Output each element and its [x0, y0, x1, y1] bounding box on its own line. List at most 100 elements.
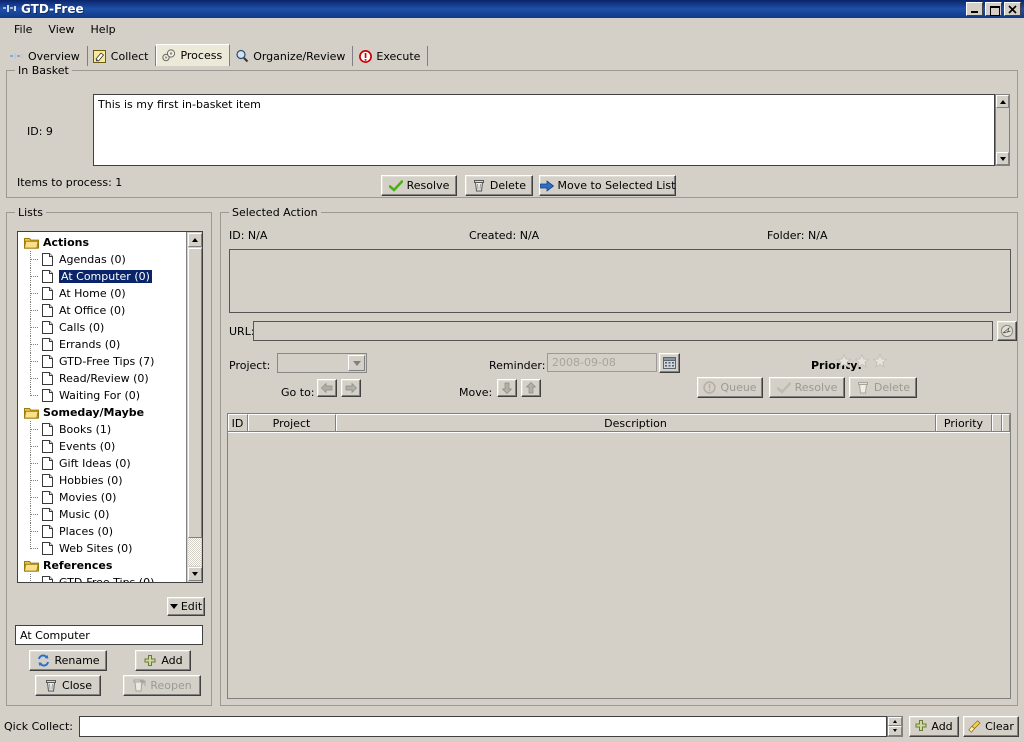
in-basket-text[interactable]: This is my first in-basket item — [93, 94, 995, 166]
tree-item[interactable]: Music (0) — [18, 506, 187, 523]
priority-star-icon[interactable] — [854, 353, 870, 371]
list-name-input[interactable]: At Computer — [15, 625, 203, 645]
tree-item-label: Read/Review (0) — [59, 372, 149, 385]
resolve-button[interactable]: Resolve — [381, 175, 457, 196]
tab-organize-review[interactable]: Organize/Review — [230, 46, 354, 66]
table-column-header-label: Description — [604, 416, 667, 430]
tree-item[interactable]: GTD-Free Tips (0) — [18, 574, 187, 582]
tree-item[interactable]: Waiting For (0) — [18, 387, 187, 404]
tree-item[interactable]: Events (0) — [18, 438, 187, 455]
edit-button-label: Edit — [180, 600, 203, 613]
add-list-button[interactable]: Add — [135, 650, 191, 671]
tree-item[interactable]: At Office (0) — [18, 302, 187, 319]
tree-item[interactable]: Hobbies (0) — [18, 472, 187, 489]
table-column-header[interactable]: Priority — [936, 414, 992, 432]
tree-folder[interactable]: Actions — [18, 234, 187, 251]
split-divider[interactable] — [214, 214, 218, 704]
file-icon — [40, 389, 55, 403]
minimize-button[interactable] — [966, 2, 983, 16]
broom-icon — [968, 719, 981, 733]
url-input[interactable] — [253, 321, 993, 341]
menu-help[interactable]: Help — [83, 21, 124, 38]
tree-item[interactable]: GTD-Free Tips (7) — [18, 353, 187, 370]
table-column-header[interactable] — [992, 414, 1002, 432]
tab-overview[interactable]: Overview — [5, 46, 88, 66]
process-icon — [162, 49, 176, 63]
calendar-button[interactable] — [659, 353, 680, 373]
table-column-header[interactable]: Description — [336, 414, 936, 432]
rename-button[interactable]: Rename — [29, 650, 107, 671]
open-url-button[interactable] — [997, 321, 1017, 341]
lists-tree-scrollbar[interactable] — [186, 232, 202, 582]
scroll-down-icon[interactable] — [188, 567, 202, 581]
edit-button[interactable]: Edit — [167, 597, 205, 616]
chevron-down-icon[interactable] — [348, 355, 365, 371]
file-icon — [40, 474, 55, 488]
tab-process[interactable]: Process — [156, 44, 231, 66]
menu-file[interactable]: File — [6, 21, 40, 38]
scroll-down-icon[interactable] — [996, 152, 1009, 165]
scroll-up-icon[interactable] — [996, 95, 1009, 108]
close-button[interactable] — [1004, 2, 1021, 16]
reopen-list-button-label: Reopen — [150, 679, 192, 692]
action-description-input[interactable] — [229, 249, 1011, 313]
lists-tree[interactable]: Actions Agendas (0) At Computer (0) At Home… — [17, 231, 203, 583]
in-basket-scrollbar[interactable] — [995, 94, 1010, 166]
table-column-header[interactable] — [1002, 414, 1010, 432]
tree-item[interactable]: Places (0) — [18, 523, 187, 540]
scroll-up-icon[interactable] — [188, 233, 202, 247]
action-resolve-button[interactable]: Resolve — [769, 377, 845, 398]
tree-item[interactable]: Web Sites (0) — [18, 540, 187, 557]
reopen-list-button[interactable]: Reopen — [123, 675, 201, 696]
tree-item-label: At Home (0) — [59, 287, 126, 300]
tree-item[interactable]: Movies (0) — [18, 489, 187, 506]
delete-button-label: Delete — [489, 179, 526, 192]
quick-collect-clear-button[interactable]: Clear — [963, 715, 1019, 737]
tree-item[interactable]: Agendas (0) — [18, 251, 187, 268]
quick-collect-label: Qick Collect: — [4, 719, 73, 733]
tree-item[interactable]: Read/Review (0) — [18, 370, 187, 387]
action-resolve-label: Resolve — [794, 381, 838, 394]
tree-item[interactable]: Calls (0) — [18, 319, 187, 336]
scroll-thumb[interactable] — [188, 248, 202, 538]
application-window: GTD-Free File View Help Overview Collect… — [0, 0, 1024, 742]
action-delete-button[interactable]: Delete — [849, 377, 917, 398]
table-column-header[interactable]: Project — [248, 414, 336, 432]
tree-item-label: Someday/Maybe — [43, 406, 145, 419]
tab-execute[interactable]: Execute — [353, 46, 429, 66]
tree-item[interactable]: Errands (0) — [18, 336, 187, 353]
quick-collect-input[interactable] — [79, 715, 887, 737]
table-body[interactable] — [228, 432, 1010, 698]
tree-folder[interactable]: Someday/Maybe — [18, 404, 187, 421]
spinner-up-icon[interactable] — [888, 716, 902, 726]
check-icon — [388, 179, 403, 193]
quick-collect-add-button[interactable]: Add — [909, 715, 959, 737]
tree-folder[interactable]: References — [18, 557, 187, 574]
spinner-down-icon[interactable] — [888, 726, 902, 736]
delete-button[interactable]: Delete — [465, 175, 533, 196]
file-icon — [40, 576, 55, 582]
tree-item[interactable]: At Computer (0) — [18, 268, 187, 285]
maximize-button[interactable] — [985, 2, 1002, 16]
move-to-selected-list-button[interactable]: Move to Selected List — [539, 175, 676, 196]
menu-view[interactable]: View — [40, 21, 82, 38]
trash-icon — [44, 679, 58, 693]
move-down-button[interactable] — [497, 379, 517, 397]
project-select[interactable] — [277, 353, 367, 373]
tab-collect[interactable]: Collect — [87, 46, 157, 66]
priority-star-icon[interactable] — [872, 353, 888, 371]
selected-action-label: Selected Action — [229, 206, 321, 219]
tree-item[interactable]: Books (1) — [18, 421, 187, 438]
priority-stars[interactable] — [836, 353, 888, 371]
priority-star-icon[interactable] — [836, 353, 852, 371]
goto-next-button[interactable] — [341, 379, 361, 397]
close-list-button[interactable]: Close — [35, 675, 101, 696]
table-column-header[interactable]: ID — [228, 414, 248, 432]
move-up-button[interactable] — [521, 379, 541, 397]
queue-button[interactable]: Queue — [697, 377, 763, 398]
tree-item[interactable]: At Home (0) — [18, 285, 187, 302]
goto-previous-button[interactable] — [317, 379, 337, 397]
tree-item[interactable]: Gift Ideas (0) — [18, 455, 187, 472]
quick-collect-spinner[interactable] — [887, 715, 903, 737]
reminder-input[interactable]: 2008-09-08 — [547, 353, 657, 372]
